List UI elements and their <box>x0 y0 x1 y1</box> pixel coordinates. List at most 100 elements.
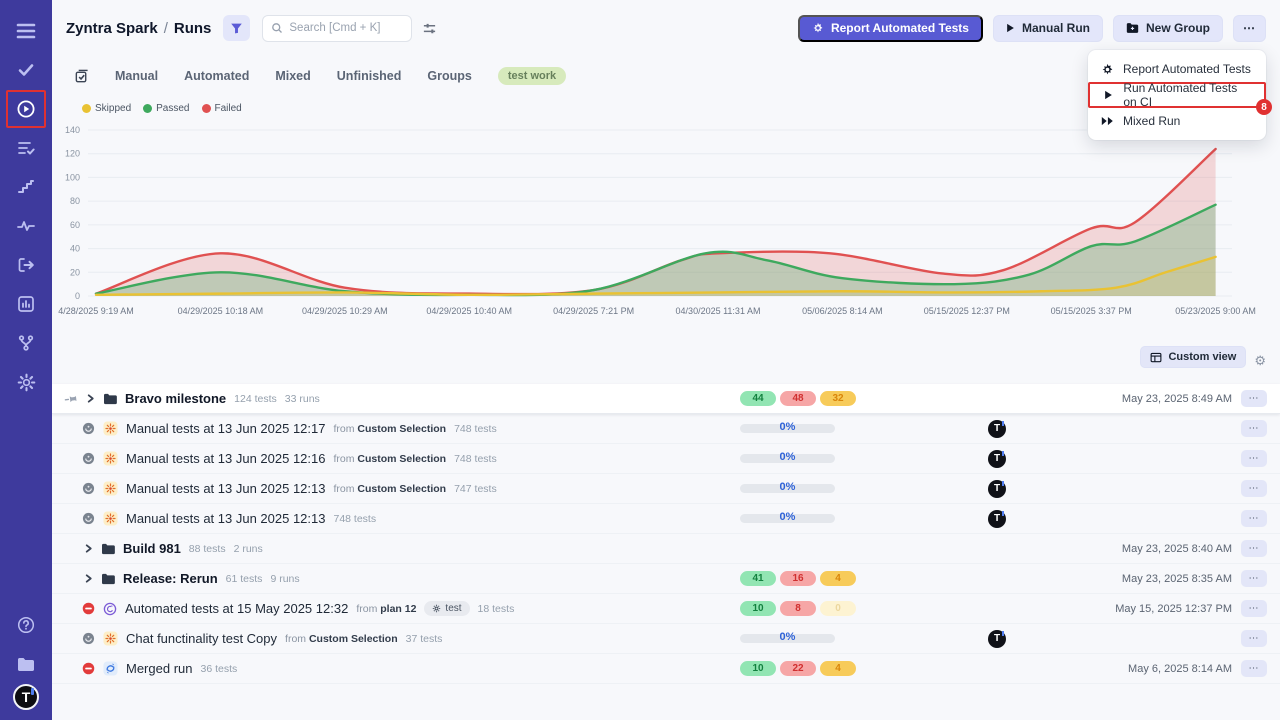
filter-settings-icon[interactable] <box>422 21 437 36</box>
more-actions-button[interactable]: ⋯ <box>1233 15 1266 42</box>
sidebar-item-projects-folder[interactable] <box>6 645 46 683</box>
expand-chevron-icon[interactable] <box>84 544 93 553</box>
custom-view-button[interactable]: Custom view <box>1140 346 1246 368</box>
search-box[interactable] <box>262 15 412 42</box>
sidebar-item-analytics-pulse[interactable] <box>6 207 46 245</box>
breadcrumb-separator: / <box>164 20 168 37</box>
run-title[interactable]: Merged run <box>126 661 192 676</box>
group-title[interactable]: Bravo milestone <box>125 391 226 406</box>
run-title[interactable]: Manual tests at 13 Jun 2025 12:13 <box>126 481 325 496</box>
badge-red: 16 <box>780 571 816 586</box>
svg-text:04/29/2025 10:29 AM: 04/29/2025 10:29 AM <box>302 306 388 316</box>
assignee-avatar[interactable]: T <box>988 630 1006 648</box>
run-source: from Custom Selection <box>333 423 446 435</box>
row-more-button[interactable]: ⋯ <box>1241 600 1267 617</box>
menu-item-report-automated-tests[interactable]: Report Automated Tests <box>1088 56 1266 82</box>
row-more-button[interactable]: ⋯ <box>1241 420 1267 437</box>
row-more-button[interactable]: ⋯ <box>1241 450 1267 467</box>
svg-text:120: 120 <box>65 149 80 159</box>
row-more-button[interactable]: ⋯ <box>1241 660 1267 677</box>
menu-item-label: Mixed Run <box>1123 114 1180 128</box>
run-title[interactable]: Manual tests at 13 Jun 2025 12:16 <box>126 451 325 466</box>
group-title[interactable]: Release: Rerun <box>123 571 218 586</box>
sidebar-item-plans-list[interactable] <box>6 129 46 167</box>
row-more-button[interactable]: ⋯ <box>1241 510 1267 527</box>
menu-item-run-automated-tests-on-ci[interactable]: Run Automated Tests on CI8 <box>1088 82 1266 108</box>
run-row[interactable]: Manual tests at 13 Jun 2025 12:17 from Cu… <box>52 414 1280 444</box>
assignee-avatar[interactable]: T <box>988 450 1006 468</box>
run-row[interactable]: Chat functinality test Copyfrom Custom S… <box>52 624 1280 654</box>
tab-groups[interactable]: Groups <box>427 69 471 83</box>
legend-item-skipped[interactable]: Skipped <box>82 103 131 114</box>
view-settings-gear-icon[interactable]: ⚙ <box>1254 353 1266 369</box>
report-automated-tests-button[interactable]: Report Automated Tests <box>798 15 983 42</box>
play-icon <box>1102 90 1114 100</box>
run-row[interactable]: Automated tests at 15 May 2025 12:32 from… <box>52 594 1280 624</box>
run-row[interactable]: Manual tests at 13 Jun 2025 12:13from Cu… <box>52 474 1280 504</box>
search-input[interactable] <box>289 22 399 34</box>
active-filter-tag[interactable]: test work <box>498 67 566 85</box>
row-more-button[interactable]: ⋯ <box>1241 630 1267 647</box>
run-title[interactable]: Manual tests at 13 Jun 2025 12:13 <box>126 511 325 526</box>
search-icon <box>271 22 283 34</box>
sidebar-item-import[interactable] <box>6 246 46 284</box>
run-tag[interactable]: test <box>424 601 469 616</box>
tab-automated[interactable]: Automated <box>184 69 249 83</box>
group-row[interactable]: Build 98188 tests2 runsMay 23, 2025 8:40… <box>52 534 1280 564</box>
assignee-avatar[interactable]: T <box>988 480 1006 498</box>
run-source: from plan 12 <box>356 603 416 615</box>
menu-item-mixed-run[interactable]: Mixed Run <box>1088 108 1266 134</box>
sidebar-item-help[interactable] <box>6 606 46 644</box>
tab-mixed[interactable]: Mixed <box>275 69 310 83</box>
tab-manual[interactable]: Manual <box>115 69 158 83</box>
run-row[interactable]: Manual tests at 13 Jun 2025 12:16from Cu… <box>52 444 1280 474</box>
row-more-button[interactable]: ⋯ <box>1241 570 1267 587</box>
progress-label: 0% <box>740 511 835 523</box>
manual-run-button[interactable]: Manual Run <box>993 15 1103 42</box>
result-badges: 444832 <box>740 391 856 406</box>
row-more-button[interactable]: ⋯ <box>1241 390 1267 407</box>
legend-item-failed[interactable]: Failed <box>202 103 242 114</box>
sidebar-item-branches[interactable] <box>6 324 46 362</box>
sidebar-item-milestones-steps[interactable] <box>6 168 46 206</box>
new-group-button[interactable]: New Group <box>1113 15 1223 42</box>
assignee-avatar[interactable]: T <box>988 420 1006 438</box>
run-date: May 15, 2025 12:37 PM <box>1115 603 1232 615</box>
run-title[interactable]: Chat functinality test Copy <box>126 631 277 646</box>
svg-text:04/29/2025 10:18 AM: 04/29/2025 10:18 AM <box>178 306 264 316</box>
meta-text: 61 tests <box>226 573 263 585</box>
filter-button[interactable] <box>223 15 250 41</box>
row-more-button[interactable]: ⋯ <box>1241 480 1267 497</box>
run-title[interactable]: Manual tests at 13 Jun 2025 12:17 <box>126 421 325 436</box>
assignee-avatar[interactable]: T <box>988 510 1006 528</box>
tab-unfinished[interactable]: Unfinished <box>337 69 402 83</box>
projects-folder-icon <box>16 656 36 673</box>
sidebar-item-tests-check[interactable] <box>6 51 46 89</box>
expand-chevron-icon[interactable] <box>86 394 95 403</box>
avatar-letter: T <box>22 689 31 705</box>
badge-amber: 4 <box>820 661 856 676</box>
row-more-button[interactable]: ⋯ <box>1241 540 1267 557</box>
user-avatar[interactable]: T <box>13 684 39 710</box>
breadcrumb-project[interactable]: Zyntra Spark <box>66 20 158 37</box>
run-row[interactable]: Manual tests at 13 Jun 2025 12:13748 tes… <box>52 504 1280 534</box>
group-row[interactable]: Release: Rerun61 tests9 runs41164May 23,… <box>52 564 1280 594</box>
run-title[interactable]: Automated tests at 15 May 2025 12:32 <box>125 601 348 616</box>
tests-check-icon <box>17 61 35 79</box>
badge-red: 8 <box>780 601 816 616</box>
sidebar-item-settings-gear[interactable] <box>6 363 46 401</box>
automated-run-icon <box>103 602 117 616</box>
select-all-icon[interactable] <box>74 69 89 84</box>
sidebar-item-reports-chart[interactable] <box>6 285 46 323</box>
run-row[interactable]: Merged run36 tests10224May 6, 2025 8:14 … <box>52 654 1280 684</box>
group-row[interactable]: Bravo milestone124 tests33 runs444832May… <box>52 384 1280 414</box>
header-actions: Report Automated Tests Manual Run New Gr… <box>798 15 1266 42</box>
sidebar-item-runs-play[interactable] <box>6 90 46 128</box>
sidebar-item-hamburger[interactable] <box>6 12 46 50</box>
svg-text:04/29/2025 10:40 AM: 04/29/2025 10:40 AM <box>426 306 512 316</box>
legend-item-passed[interactable]: Passed <box>143 103 189 114</box>
expand-chevron-icon[interactable] <box>84 574 93 583</box>
progress-bar: 0% <box>740 454 835 463</box>
group-title[interactable]: Build 981 <box>123 541 181 556</box>
legend-dot <box>202 104 211 113</box>
